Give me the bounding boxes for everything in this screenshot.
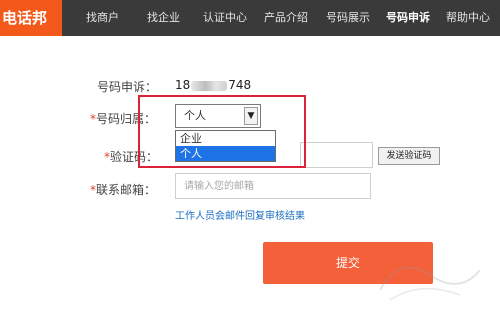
phone-prefix: 18 [175,78,191,92]
highlight-box [138,95,306,168]
top-nav: 电话邦 找商户 找企业 认证中心 产品介绍 号码展示 号码申诉 帮助中心 [0,0,500,36]
nav-item-number-display[interactable]: 号码展示 [326,0,370,36]
nav-item-number-appeal[interactable]: 号码申诉 [386,0,430,36]
email-label-text: 联系邮箱： [96,183,157,197]
phone-suffix: 748 [228,78,252,92]
review-notice-link[interactable]: 工作人员会邮件回复审核结果 [175,207,305,222]
email-input[interactable] [175,173,371,199]
nav-item-certification[interactable]: 认证中心 [203,0,247,36]
captcha-input[interactable] [300,142,373,168]
nav-item-products[interactable]: 产品介绍 [264,0,308,36]
phone-label: 号码申诉： [97,80,158,94]
nav-item-find-companies[interactable]: 找企业 [147,0,180,36]
watermark-graphic [379,266,481,301]
brand-logo[interactable]: 电话邦 [0,0,62,36]
masked-digits [191,80,228,91]
nav-item-find-merchants[interactable]: 找商户 [86,0,119,36]
nav-item-help-center[interactable]: 帮助中心 [446,0,490,36]
phone-number: 18 748 [175,78,251,92]
email-label: *联系邮箱： [90,181,156,198]
send-code-button[interactable]: 发送验证码 [378,147,440,165]
